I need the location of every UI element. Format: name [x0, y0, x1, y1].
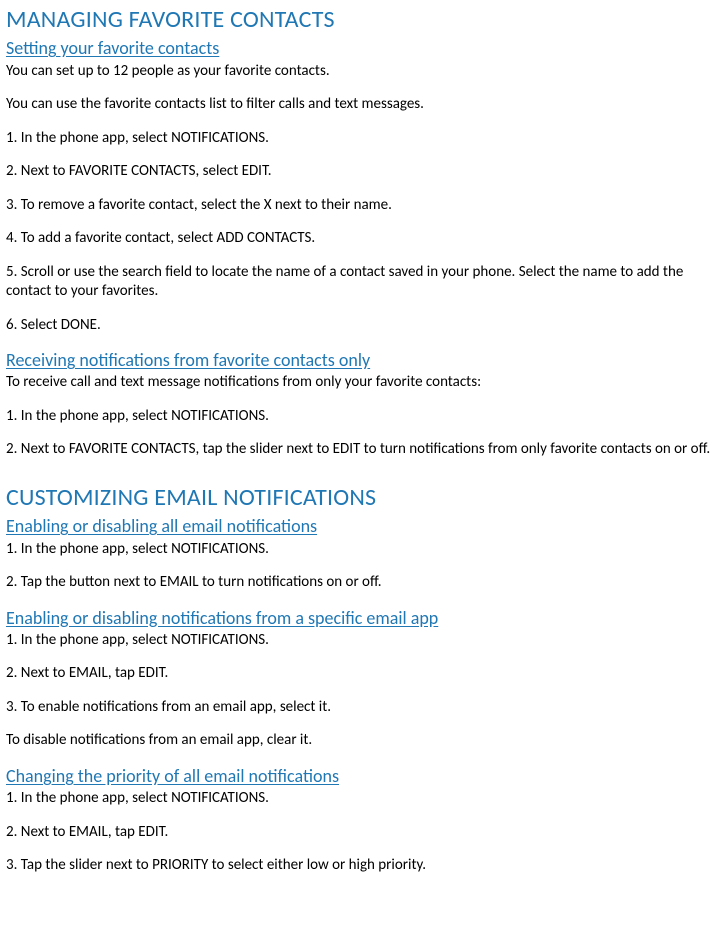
- body-text: To receive call and text message notific…: [6, 373, 722, 393]
- subheading-enable-disable-all-email: Enabling or disabling all email notifica…: [6, 515, 722, 538]
- body-text: You can use the favorite contacts list t…: [6, 95, 722, 115]
- subheading-changing-priority: Changing the priority of all email notif…: [6, 765, 722, 788]
- body-text: You can set up to 12 people as your favo…: [6, 62, 722, 82]
- body-text: 1. In the phone app, select NOTIFICATION…: [6, 631, 722, 651]
- subheading-setting-favorites: Setting your favorite contacts: [6, 37, 722, 60]
- body-text: 3. To enable notifications from an email…: [6, 698, 722, 718]
- body-text: 2. Next to FAVORITE CONTACTS, select EDI…: [6, 162, 722, 182]
- section-heading-managing-favorites: MANAGING FAVORITE CONTACTS: [6, 4, 722, 35]
- body-text: 1. In the phone app, select NOTIFICATION…: [6, 540, 722, 560]
- body-text: 6. Select DONE.: [6, 316, 722, 336]
- body-text: 3. To remove a favorite contact, select …: [6, 196, 722, 216]
- body-text: 2. Tap the button next to EMAIL to turn …: [6, 573, 722, 593]
- subheading-receiving-notifications: Receiving notifications from favorite co…: [6, 349, 722, 372]
- body-text: 5. Scroll or use the search field to loc…: [6, 263, 722, 302]
- body-text: 2. Next to FAVORITE CONTACTS, tap the sl…: [6, 440, 722, 460]
- body-text: 1. In the phone app, select NOTIFICATION…: [6, 129, 722, 149]
- body-text: 2. Next to EMAIL, tap EDIT.: [6, 823, 722, 843]
- body-text: 2. Next to EMAIL, tap EDIT.: [6, 664, 722, 684]
- body-text: To disable notifications from an email a…: [6, 731, 722, 751]
- body-text: 1. In the phone app, select NOTIFICATION…: [6, 789, 722, 809]
- body-text: 1. In the phone app, select NOTIFICATION…: [6, 407, 722, 427]
- subheading-enable-disable-specific-email: Enabling or disabling notifications from…: [6, 607, 722, 630]
- body-text: 3. Tap the slider next to PRIORITY to se…: [6, 856, 722, 876]
- section-heading-customizing-email: CUSTOMIZING EMAIL NOTIFICATIONS: [6, 482, 722, 513]
- body-text: 4. To add a favorite contact, select ADD…: [6, 229, 722, 249]
